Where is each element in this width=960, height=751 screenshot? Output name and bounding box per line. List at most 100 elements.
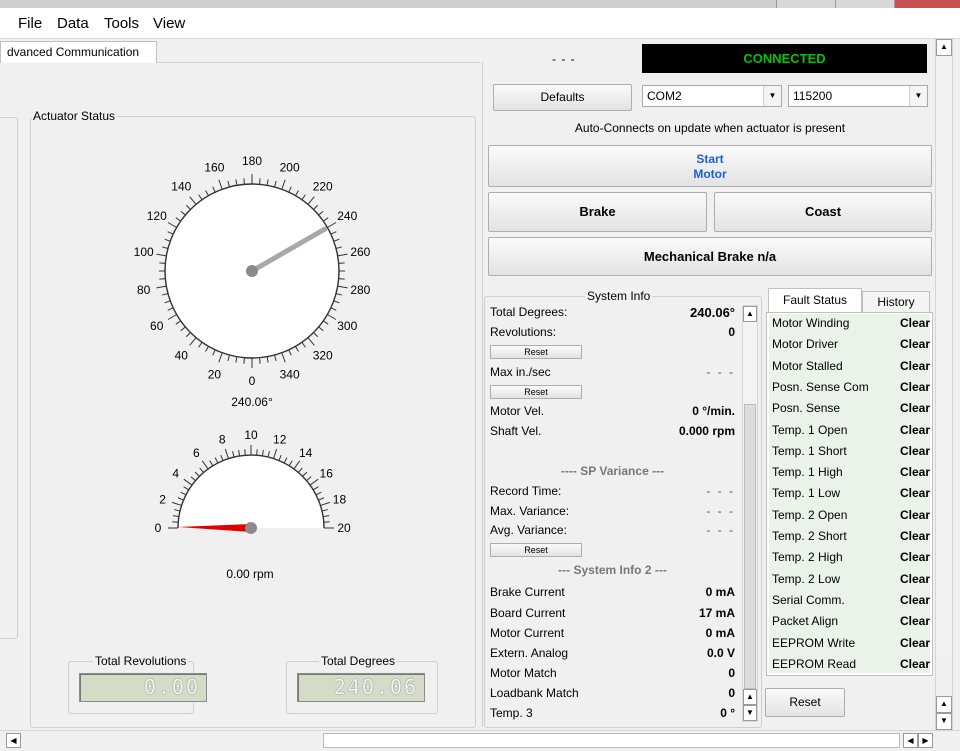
gauge-tick-label: 140: [171, 180, 191, 194]
gauge-tick: [199, 342, 202, 347]
gauge-tick: [219, 353, 222, 362]
fault-reset-button[interactable]: Reset: [765, 688, 845, 717]
max-variance-row: Max. Variance:- - -: [490, 504, 735, 522]
speed-tick-label: 18: [333, 492, 347, 506]
speed-tick: [174, 510, 180, 511]
scroll-down-icon[interactable]: ▼: [743, 705, 757, 721]
total-degrees-title: Total Degrees: [319, 654, 397, 668]
mechanical-brake-button[interactable]: Mechanical Brake n/a: [488, 237, 932, 276]
row-label: Max in./sec: [490, 365, 551, 379]
port-value: COM2: [647, 89, 682, 103]
scroll-up-icon[interactable]: ▲: [743, 689, 757, 705]
gauge-tick: [206, 346, 209, 351]
fault-value: Clear: [900, 636, 930, 650]
chevron-down-icon[interactable]: ▼: [909, 86, 927, 106]
speed-tick: [210, 461, 213, 466]
speed-tick: [184, 479, 192, 485]
speed-tick: [184, 487, 189, 490]
gauge-tick-label: 120: [147, 209, 167, 223]
revolutions-row: Revolutions:0: [490, 325, 735, 343]
gauge-tick: [228, 355, 230, 361]
tab-history[interactable]: History: [862, 291, 930, 313]
fault-value: Clear: [900, 614, 930, 628]
speed-tick-label: 12: [273, 433, 287, 447]
speed-tick-label: 8: [219, 433, 226, 447]
scroll-up-icon[interactable]: ▲: [743, 306, 757, 322]
gauge-tick: [260, 358, 261, 364]
gauge-tick: [162, 247, 168, 249]
row-value: 0: [728, 686, 735, 700]
gauge-tick: [244, 178, 245, 184]
speed-tick: [313, 487, 318, 490]
variance-reset-button[interactable]: Reset: [490, 543, 582, 557]
fault-value: Clear: [900, 529, 930, 543]
row-label: Motor Match: [490, 666, 557, 680]
speed-tick-label: 14: [299, 446, 313, 460]
speed-tick: [173, 516, 179, 517]
scroll-left-icon[interactable]: ◀: [6, 733, 21, 748]
minimize-button[interactable]: [776, 0, 835, 8]
fault-label: Temp. 2 Low: [772, 572, 840, 586]
total-revolutions-title: Total Revolutions: [93, 654, 188, 668]
main-vertical-scrollbar[interactable]: ▲ ▲ ▼: [935, 38, 953, 730]
row-value: 0 °/min.: [692, 404, 735, 418]
total-revolutions-display: 0.00: [79, 673, 207, 702]
fault-value: Clear: [900, 316, 930, 330]
max-in-sec-reset-button[interactable]: Reset: [490, 385, 582, 399]
gauge-tick: [176, 321, 181, 324]
gauge-tick: [308, 197, 314, 205]
row-label: Brake Current: [490, 585, 565, 599]
speed-tick: [316, 492, 321, 495]
brake-button[interactable]: Brake: [488, 192, 707, 232]
chevron-down-icon[interactable]: ▼: [763, 86, 781, 106]
gauge-tick: [302, 342, 305, 347]
fault-value: Clear: [900, 380, 930, 394]
fault-label: EEPROM Read: [772, 657, 856, 671]
coast-button[interactable]: Coast: [714, 192, 932, 232]
scroll-left-icon[interactable]: ◀: [903, 733, 918, 748]
system-info-scrollbar[interactable]: ▲ ▲ ▼: [742, 305, 758, 722]
start-motor-button[interactable]: Start Motor: [488, 145, 932, 187]
scrollbar-thumb[interactable]: [744, 404, 756, 689]
horizontal-scrollbar[interactable]: ◀ ◀ ▶: [0, 730, 960, 751]
gauge-tick-label: 0: [249, 374, 256, 388]
maximize-button[interactable]: [835, 0, 894, 8]
gauge-tick: [336, 247, 342, 249]
row-value: - - -: [706, 504, 735, 518]
defaults-button[interactable]: Defaults: [493, 84, 632, 111]
scroll-up-icon[interactable]: ▲: [936, 39, 952, 56]
fault-value: Clear: [900, 486, 930, 500]
scroll-right-icon[interactable]: ▶: [918, 733, 933, 748]
port-select[interactable]: COM2 ▼: [642, 85, 782, 107]
speed-tick-label: 0: [155, 521, 162, 535]
scrollbar-track[interactable]: [937, 57, 951, 657]
row-value: 0.000 rpm: [679, 424, 735, 438]
scrollbar-thumb[interactable]: [323, 733, 900, 748]
gauge-tick: [181, 211, 186, 215]
fault-row: EEPROM WriteClear: [772, 636, 930, 656]
auto-connect-text: Auto-Connects on update when actuator is…: [488, 121, 932, 135]
speed-tick: [284, 458, 287, 463]
scroll-down-icon[interactable]: ▼: [936, 713, 952, 730]
gauge-tick: [282, 353, 285, 362]
gauge-tick: [176, 218, 181, 221]
fault-value: Clear: [900, 359, 930, 373]
row-label: Motor Vel.: [490, 404, 544, 418]
speed-gauge: 02468101214161820: [155, 428, 351, 535]
gauge-tick: [289, 187, 292, 192]
fault-row: Posn. Sense ComClear: [772, 380, 930, 400]
fault-label: Temp. 1 High: [772, 465, 843, 479]
status-dashes: - - -: [552, 52, 576, 66]
baud-select[interactable]: 115200 ▼: [788, 85, 928, 107]
scroll-up-icon[interactable]: ▲: [936, 696, 952, 713]
gauge-tick: [302, 195, 305, 200]
gauge-tick: [168, 315, 177, 320]
speed-tick: [298, 468, 302, 473]
gauge-tick: [213, 187, 216, 192]
tab-fault-status[interactable]: Fault Status: [768, 288, 862, 313]
close-button[interactable]: [894, 0, 960, 8]
revolutions-reset-button[interactable]: Reset: [490, 345, 582, 359]
fault-row: Motor WindingClear: [772, 316, 930, 336]
speed-tick-label: 20: [337, 521, 351, 535]
gauge-tick-label: 260: [350, 245, 370, 259]
